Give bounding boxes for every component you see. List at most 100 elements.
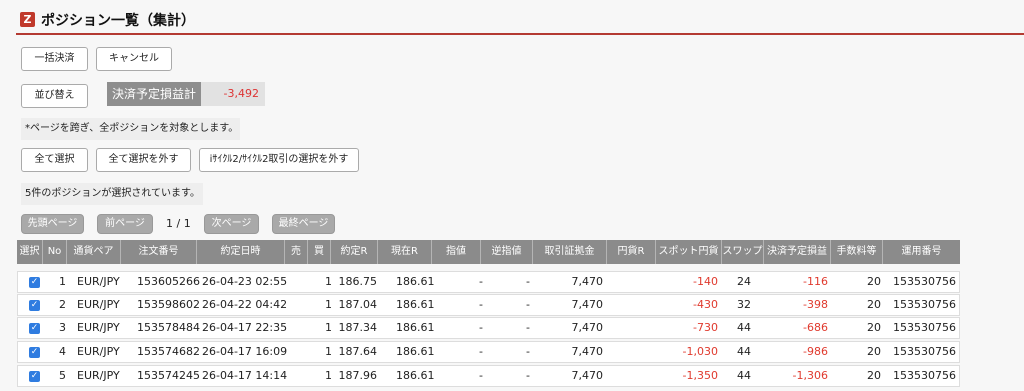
cell-pl: -1,306 [792, 369, 828, 382]
col-stop: 逆指値 [481, 240, 533, 264]
sort-button[interactable]: 並び替え [21, 84, 88, 108]
prev-page-button[interactable]: 前ページ [97, 214, 153, 234]
cell-limit: - [479, 275, 483, 288]
cell-swap: 44 [737, 345, 751, 358]
first-page-button[interactable]: 先頭ページ [21, 214, 84, 234]
bulk-settle-button[interactable]: 一括決済 [21, 47, 88, 71]
cell-pl: -686 [803, 321, 828, 334]
cell-datetime: 26-04-17 16:09 [202, 345, 288, 358]
cell-limit: - [479, 345, 483, 358]
cell-buy: 1 [325, 345, 332, 358]
cell-pl: -116 [803, 275, 828, 288]
col-datetime: 約定日時 [197, 240, 285, 264]
cell-swap: 44 [737, 321, 751, 334]
cell-sell [286, 272, 309, 292]
cell-pair: EUR/JPY [77, 321, 120, 334]
checkbox-checked-icon[interactable]: ✓ [29, 277, 40, 288]
cell-spot-jpy: -140 [693, 275, 718, 288]
col-order-no: 注文番号 [121, 240, 197, 264]
cell-op-no: 153530756 [893, 298, 956, 311]
col-buy: 買 [308, 240, 331, 264]
col-swap: スワップ [722, 240, 764, 264]
cell-buy: 1 [325, 369, 332, 382]
cell-sell [286, 318, 309, 338]
cell-spot-jpy: -1,350 [682, 369, 718, 382]
col-jpy-rate: 円貨R [607, 240, 656, 264]
checkbox-checked-icon[interactable]: ✓ [29, 371, 40, 382]
cell-exec-rate: 187.04 [338, 298, 378, 311]
cell-fee: 20 [867, 321, 881, 334]
col-margin: 取引証拠金 [533, 240, 607, 264]
last-page-button[interactable]: 最終ページ [272, 214, 335, 234]
cell-sell [286, 342, 309, 362]
cell-order-no: 153574245 [137, 369, 200, 382]
table-row: ✓ 4 EUR/JPY 153574682 26-04-17 16:09 1 1… [17, 341, 960, 363]
col-exec-rate: 約定R [331, 240, 378, 264]
cell-fee: 20 [867, 275, 881, 288]
page-title: ポジション一覧（集計） [41, 13, 195, 29]
table-row: ✓ 1 EUR/JPY 153605266 26-04-23 02:55 1 1… [17, 271, 960, 293]
cell-op-no: 153530756 [893, 345, 956, 358]
cell-buy: 1 [325, 298, 332, 311]
cell-limit: - [479, 298, 483, 311]
cell-order-no: 153605266 [137, 275, 200, 288]
cell-sell [286, 295, 309, 315]
title-bar: Z ポジション一覧（集計） [16, 9, 1024, 35]
cell-pl: -398 [803, 298, 828, 311]
cell-order-no: 153574682 [137, 345, 200, 358]
cell-datetime: 26-04-17 14:14 [202, 369, 288, 382]
cell-no: 3 [59, 321, 66, 334]
col-limit: 指値 [432, 240, 481, 264]
cell-op-no: 153530756 [893, 275, 956, 288]
cell-no: 4 [59, 345, 66, 358]
cell-current-rate: 186.61 [396, 275, 435, 288]
cell-datetime: 26-04-22 04:42 [202, 298, 288, 311]
col-sell: 売 [285, 240, 308, 264]
deselect-cycle-button[interactable]: iｻｲｸﾙ2/ｻｲｸﾙ2取引の選択を外す [199, 148, 359, 172]
table-row: ✓ 3 EUR/JPY 153578484 26-04-17 22:35 1 1… [17, 317, 960, 339]
checkbox-checked-icon[interactable]: ✓ [29, 323, 40, 334]
cell-current-rate: 186.61 [396, 298, 435, 311]
cell-fee: 20 [867, 298, 881, 311]
deselect-all-button[interactable]: 全て選択を外す [96, 148, 191, 172]
cell-margin: 7,470 [571, 321, 604, 334]
selected-count-message: 5件のポジションが選択されています。 [21, 183, 203, 205]
cell-margin: 7,470 [571, 298, 604, 311]
cell-sell [286, 366, 309, 386]
cell-limit: - [479, 369, 483, 382]
cell-order-no: 153598602 [137, 298, 200, 311]
cell-current-rate: 186.61 [396, 321, 435, 334]
checkbox-checked-icon[interactable]: ✓ [29, 347, 40, 358]
notice-text: *ページを跨ぎ、全ポジションを対象とします。 [21, 118, 240, 140]
cell-datetime: 26-04-23 02:55 [202, 275, 288, 288]
cancel-button[interactable]: キャンセル [96, 47, 172, 71]
cell-no: 5 [59, 369, 66, 382]
select-all-button[interactable]: 全て選択 [21, 148, 88, 172]
col-spot-jpy: スポット円貨 [656, 240, 722, 264]
cell-fee: 20 [867, 369, 881, 382]
cell-exec-rate: 187.64 [338, 345, 378, 358]
cell-buy: 1 [325, 321, 332, 334]
cell-margin: 7,470 [571, 275, 604, 288]
total-pl-box: 決済予定損益計 -3,492 [107, 82, 265, 106]
checkbox-checked-icon[interactable]: ✓ [29, 300, 40, 311]
cell-swap: 24 [737, 275, 751, 288]
cell-fee: 20 [867, 345, 881, 358]
next-page-button[interactable]: 次ページ [204, 214, 259, 234]
cell-swap: 32 [737, 298, 751, 311]
cell-pair: EUR/JPY [77, 345, 120, 358]
col-pl: 決済予定損益 [764, 240, 831, 264]
cell-pair: EUR/JPY [77, 369, 120, 382]
cell-buy: 1 [325, 275, 332, 288]
col-fee: 手数料等 [831, 240, 883, 264]
cell-current-rate: 186.61 [396, 369, 435, 382]
cell-margin: 7,470 [571, 369, 604, 382]
total-pl-value: -3,492 [201, 82, 265, 106]
cell-op-no: 153530756 [893, 321, 956, 334]
cell-spot-jpy: -430 [693, 298, 718, 311]
cell-no: 1 [59, 275, 66, 288]
cell-spot-jpy: -730 [693, 321, 718, 334]
table-row: ✓ 2 EUR/JPY 153598602 26-04-22 04:42 1 1… [17, 294, 960, 316]
total-pl-label: 決済予定損益計 [107, 82, 201, 106]
cell-no: 2 [59, 298, 66, 311]
